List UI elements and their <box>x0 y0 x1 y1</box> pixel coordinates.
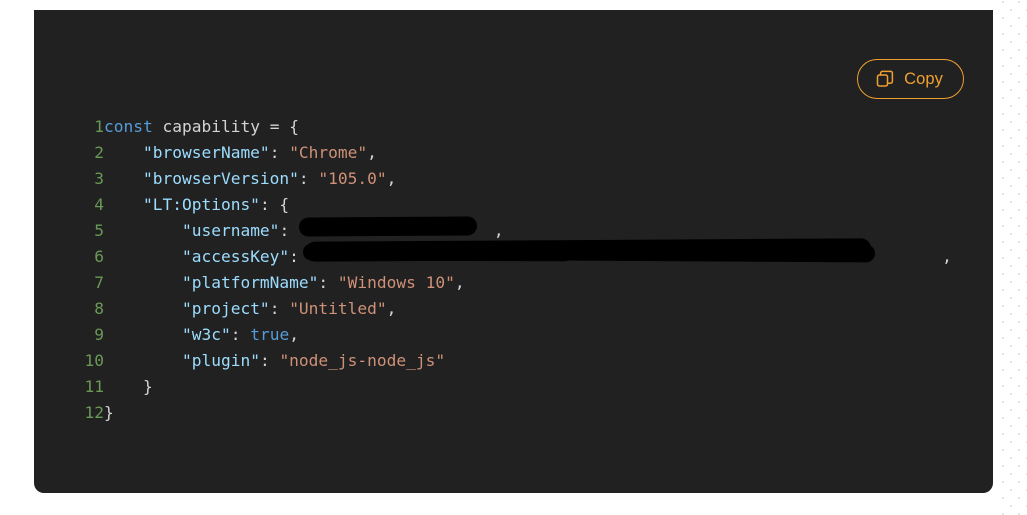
code-line: 3 "browserVersion": "105.0", <box>34 166 952 192</box>
code-line: 5 "username": , <box>34 216 952 244</box>
code-token-key: "w3c" <box>181 325 231 344</box>
copy-icon <box>875 69 895 89</box>
line-number: 9 <box>94 325 104 344</box>
code-token-punc: : <box>279 221 299 240</box>
page-root: Copy 1 const capability = {2 "browserName… <box>0 0 1027 515</box>
code-token-punc: } <box>104 403 114 422</box>
code-token-punc: = { <box>259 117 299 136</box>
code-token-key: "username" <box>181 221 280 240</box>
code-line-content: "LT:Options": { <box>104 192 952 218</box>
copy-button-label: Copy <box>904 69 943 88</box>
code-line: 11 } <box>34 374 952 400</box>
code-token-punc: : <box>230 325 251 344</box>
line-number: 11 <box>84 377 105 396</box>
code-token-punc: : <box>289 247 309 266</box>
code-token-key: "accessKey" <box>181 247 290 266</box>
code-token-punc: : { <box>259 195 290 214</box>
code-token-plain: capability <box>162 117 260 136</box>
code-line-content: "username": , <box>104 216 952 244</box>
code-token-punc: : <box>318 273 338 292</box>
code-line-content: const capability = { <box>104 114 952 140</box>
code-token-key: "LT:Options" <box>142 195 260 214</box>
line-number: 12 <box>84 403 105 422</box>
code-token-str: "node_js-node_js" <box>279 351 446 370</box>
code-line: 2 "browserName": "Chrome", <box>34 140 952 166</box>
code-line-content: "accessKey": , <box>104 238 952 270</box>
code-line: 1 const capability = { <box>34 114 952 140</box>
code-token-punc: , <box>386 299 397 318</box>
code-token-punc: } <box>104 377 153 396</box>
code-token-str: "Chrome" <box>289 143 368 162</box>
line-number: 6 <box>94 247 104 266</box>
decorative-dot-grid <box>1000 0 1027 515</box>
code-token-punc: : <box>259 351 280 370</box>
code-line-content: } <box>104 400 952 426</box>
code-token-str: "105.0" <box>318 169 387 188</box>
code-line-content: "browserVersion": "105.0", <box>104 166 952 192</box>
code-lines-body: 1 const capability = {2 "browserName": "C… <box>34 114 952 426</box>
redacted-value-username <box>298 216 494 244</box>
code-line-content: "w3c": true, <box>104 322 952 348</box>
code-line-content: "browserName": "Chrome", <box>104 140 952 166</box>
code-line-content: "platformName": "Windows 10", <box>104 270 952 296</box>
code-line-content: "plugin": "node_js-node_js" <box>104 348 952 374</box>
code-token-punc: , <box>386 169 397 188</box>
line-number: 10 <box>84 351 105 370</box>
code-token-key: "browserName" <box>142 143 270 162</box>
code-token-punc: , <box>367 143 377 162</box>
line-number: 7 <box>94 273 104 292</box>
redacted-value-accessKey <box>304 238 942 270</box>
code-line-content: } <box>104 374 952 400</box>
code-token-punc: , <box>289 325 299 344</box>
code-token-punc: , <box>493 221 504 240</box>
code-token-key: "browserVersion" <box>142 169 299 188</box>
line-number: 4 <box>94 195 104 214</box>
code-token-punc: , <box>942 247 952 266</box>
line-number: 8 <box>94 299 104 318</box>
code-snippet-panel: Copy 1 const capability = {2 "browserName… <box>34 10 993 493</box>
code-lines-table: 1 const capability = {2 "browserName": "C… <box>34 114 952 426</box>
code-token-str: "Untitled" <box>289 299 387 318</box>
code-editor[interactable]: 1 const capability = {2 "browserName": "C… <box>34 114 993 426</box>
code-line: 10 "plugin": "node_js-node_js" <box>34 348 952 374</box>
copy-button[interactable]: Copy <box>857 59 964 99</box>
redacted-placeholder <box>299 221 494 240</box>
code-line: 12} <box>34 400 952 426</box>
line-number: 5 <box>94 221 104 240</box>
code-token-key: "plugin" <box>181 351 260 370</box>
code-line: 7 "platformName": "Windows 10", <box>34 270 952 296</box>
code-token-punc: : <box>269 299 290 318</box>
code-token-str: "Windows 10" <box>337 273 455 292</box>
code-token-punc: : <box>269 143 290 162</box>
line-number: 3 <box>94 169 104 188</box>
code-token-punc: , <box>454 273 465 292</box>
code-token-punc: : <box>298 169 319 188</box>
redacted-placeholder <box>309 247 942 266</box>
code-line: 6 "accessKey": , <box>34 238 952 270</box>
line-number: 1 <box>94 117 104 136</box>
code-token-kw: const <box>104 117 153 136</box>
code-line-content: "project": "Untitled", <box>104 296 952 322</box>
code-line: 8 "project": "Untitled", <box>34 296 952 322</box>
code-token-key: "project" <box>181 299 270 318</box>
code-token-bool: true <box>250 325 290 344</box>
code-line: 9 "w3c": true, <box>34 322 952 348</box>
code-line: 4 "LT:Options": { <box>34 192 952 218</box>
code-token-key: "platformName" <box>181 273 319 292</box>
line-number: 2 <box>94 143 104 162</box>
